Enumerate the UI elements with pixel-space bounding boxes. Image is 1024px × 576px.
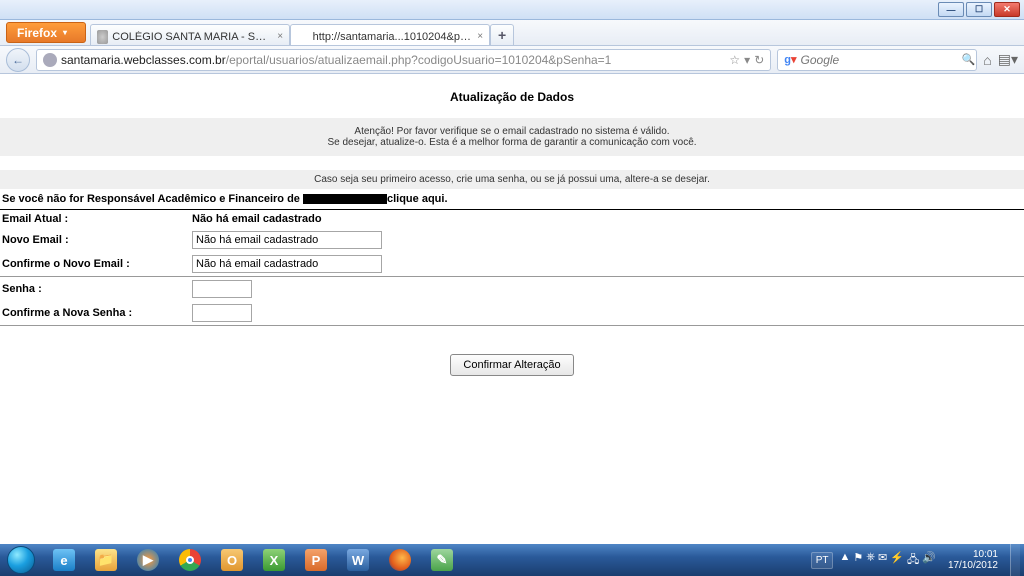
- tab-bar: Firefox COLÉGIO SANTA MARIA - SÃO PAULO …: [0, 20, 1024, 46]
- tab-close-icon[interactable]: ×: [277, 31, 283, 42]
- submit-row: Confirmar Alteração: [0, 326, 1024, 404]
- taskbar-mediaplayer[interactable]: ▶: [128, 546, 168, 574]
- reload-icon[interactable]: ↻: [754, 53, 764, 67]
- taskbar-clock[interactable]: 10:01 17/10/2012: [942, 549, 1004, 571]
- label-novo-email: Novo Email :: [2, 234, 192, 246]
- banner-line1: Atenção! Por favor verifique se o email …: [0, 126, 1024, 137]
- taskbar-chrome[interactable]: [170, 546, 210, 574]
- show-desktop-button[interactable]: [1010, 544, 1020, 576]
- window-buttons: — ☐ ✕: [938, 2, 1020, 17]
- clock-date: 17/10/2012: [948, 560, 998, 571]
- value-email-atual: Não há email cadastrado: [192, 213, 322, 225]
- nav-bar: ← santamaria.webclasses.com.br /eportal/…: [0, 46, 1024, 74]
- home-icon[interactable]: ⌂: [983, 52, 991, 68]
- tray-icon[interactable]: ⎈: [866, 551, 875, 570]
- tray-icon[interactable]: ⚡: [890, 551, 904, 570]
- taskbar-pinned: e 📁 ▶ O X P W ✎: [44, 546, 462, 574]
- row-email-atual: Email Atual : Não há email cadastrado: [0, 210, 1024, 228]
- tray-icons: ▲ ⚑ ⎈ ✉ ⚡ 🖧 🔊: [839, 551, 935, 570]
- bookmarks-menu-icon[interactable]: ▤▾: [998, 51, 1018, 68]
- taskbar-word[interactable]: W: [338, 546, 378, 574]
- taskbar-excel[interactable]: X: [254, 546, 294, 574]
- input-senha[interactable]: [192, 280, 252, 298]
- input-novo-email[interactable]: [192, 231, 382, 249]
- taskbar-firefox[interactable]: [380, 546, 420, 574]
- url-bar[interactable]: santamaria.webclasses.com.br /eportal/us…: [36, 49, 771, 71]
- page-content: Atualização de Dados Atenção! Por favor …: [0, 74, 1024, 404]
- row-confirme-senha: Confirme a Nova Senha :: [0, 301, 1024, 326]
- label-senha: Senha :: [2, 283, 192, 295]
- url-path: /eportal/usuarios/atualizaemail.php?codi…: [226, 53, 612, 67]
- maximize-button[interactable]: ☐: [966, 2, 992, 17]
- start-button[interactable]: [0, 544, 42, 576]
- back-button[interactable]: ←: [6, 48, 30, 72]
- tab-label: http://santamaria...1010204&pSenha=1: [313, 31, 472, 43]
- redacted-name: [303, 194, 387, 204]
- row-confirme-email: Confirme o Novo Email :: [0, 252, 1024, 277]
- first-access-banner: Caso seja seu primeiro acesso, crie uma …: [0, 170, 1024, 189]
- input-confirme-senha[interactable]: [192, 304, 252, 322]
- search-icon[interactable]: 🔍: [962, 53, 976, 66]
- history-dropdown-icon[interactable]: ▾: [744, 53, 750, 67]
- clock-time: 10:01: [948, 549, 998, 560]
- firefox-menu-button[interactable]: Firefox: [6, 22, 86, 43]
- attention-banner: Atenção! Por favor verifique se o email …: [0, 118, 1024, 156]
- row-senha: Senha :: [0, 277, 1024, 301]
- firefox-label: Firefox: [17, 26, 57, 40]
- label-email-atual: Email Atual :: [2, 213, 192, 225]
- tray-icon[interactable]: ✉: [878, 551, 887, 570]
- language-indicator[interactable]: PT: [811, 552, 834, 569]
- tray-volume-icon[interactable]: 🔊: [922, 551, 936, 570]
- tray-network-icon[interactable]: 🖧: [907, 551, 919, 570]
- taskbar-explorer[interactable]: 📁: [86, 546, 126, 574]
- banner-line2: Se desejar, atualize-o. Esta é a melhor …: [0, 137, 1024, 148]
- windows-taskbar: e 📁 ▶ O X P W ✎ PT ▲ ⚑ ⎈ ✉ ⚡ 🖧 🔊 10:01 1…: [0, 544, 1024, 576]
- url-host: santamaria.webclasses.com.br: [61, 53, 226, 67]
- window-close-button[interactable]: ✕: [994, 2, 1020, 17]
- taskbar-outlook[interactable]: O: [212, 546, 252, 574]
- search-input[interactable]: [801, 53, 958, 67]
- input-confirme-email[interactable]: [192, 255, 382, 273]
- tab-favicon: [297, 30, 309, 44]
- label-confirme-senha: Confirme a Nova Senha :: [2, 307, 192, 319]
- minimize-button[interactable]: —: [938, 2, 964, 17]
- taskbar-powerpoint[interactable]: P: [296, 546, 336, 574]
- new-tab-button[interactable]: +: [490, 24, 514, 45]
- tray-action-center-icon[interactable]: ⚑: [853, 551, 863, 570]
- instr-link[interactable]: clique aqui.: [387, 193, 448, 205]
- system-tray: PT ▲ ⚑ ⎈ ✉ ⚡ 🖧 🔊 10:01 17/10/2012: [811, 544, 1024, 576]
- windows-orb-icon: [7, 546, 35, 574]
- tab-label: COLÉGIO SANTA MARIA - SÃO PAULO: [112, 31, 271, 43]
- row-novo-email: Novo Email :: [0, 228, 1024, 252]
- site-identity-icon[interactable]: [43, 53, 57, 67]
- tab-favicon: [97, 30, 108, 44]
- search-bar[interactable]: g▾ 🔍: [777, 49, 977, 71]
- tab-colegio[interactable]: COLÉGIO SANTA MARIA - SÃO PAULO ×: [90, 24, 290, 45]
- tab-close-icon[interactable]: ×: [477, 31, 483, 42]
- tray-flag-icon[interactable]: ▲: [839, 551, 850, 570]
- taskbar-ie[interactable]: e: [44, 546, 84, 574]
- window-titlebar: — ☐ ✕: [0, 0, 1024, 20]
- url-actions: ☆ ▾ ↻: [729, 53, 764, 67]
- tab-santamaria[interactable]: http://santamaria...1010204&pSenha=1 ×: [290, 24, 490, 45]
- taskbar-app[interactable]: ✎: [422, 546, 462, 574]
- responsible-instruction: Se você não for Responsável Acadêmico e …: [0, 189, 1024, 210]
- label-confirme-email: Confirme o Novo Email :: [2, 258, 192, 270]
- bookmark-star-icon[interactable]: ☆: [729, 53, 740, 67]
- confirm-button[interactable]: Confirmar Alteração: [450, 354, 573, 376]
- page-title: Atualização de Dados: [0, 84, 1024, 118]
- instr-prefix: Se você não for Responsável Acadêmico e …: [2, 193, 303, 205]
- google-icon: g▾: [784, 53, 796, 67]
